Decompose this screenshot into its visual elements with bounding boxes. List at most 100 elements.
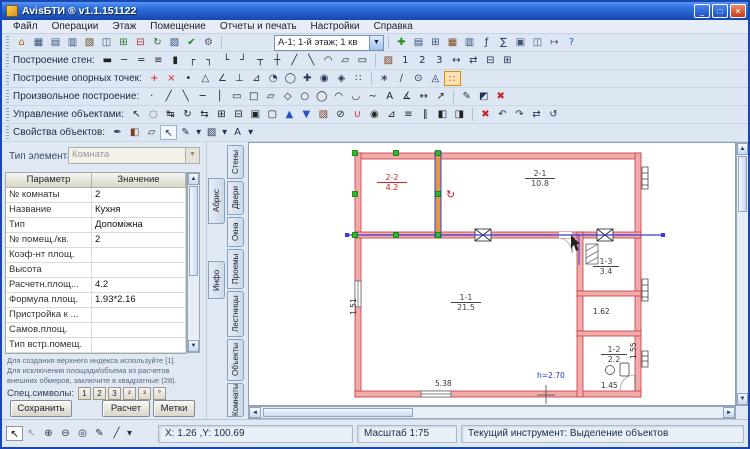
refresh-view-icon[interactable]: ↺: [545, 107, 562, 122]
fixture-icon[interactable]: [605, 365, 615, 375]
apply-icon[interactable]: ✔: [183, 35, 200, 50]
symbol-degree-button[interactable]: °: [152, 387, 166, 400]
undo-icon[interactable]: ↶: [494, 107, 511, 122]
free-arc2-icon[interactable]: ◡: [347, 89, 364, 104]
formula-icon[interactable]: ƒ: [478, 35, 495, 50]
menu-file[interactable]: Файл: [6, 21, 45, 32]
room-label[interactable]: 1-3 3.4: [593, 257, 619, 276]
symbol-sup3-button[interactable]: ³: [137, 387, 151, 400]
value-cell[interactable]: Кухня: [92, 203, 186, 218]
scroll-track[interactable]: [413, 407, 723, 418]
free-text-icon[interactable]: A: [381, 89, 398, 104]
element-type-combo[interactable]: Комната ▼: [68, 147, 200, 164]
split-view-icon[interactable]: ◫: [98, 35, 115, 50]
wall-swap-icon[interactable]: ⇄: [465, 53, 482, 68]
vertical-scrollbar[interactable]: ▲ ▼: [736, 142, 748, 406]
free-edit-icon[interactable]: ✎: [458, 89, 475, 104]
table-row[interactable]: Тип Допоміжна: [6, 218, 186, 233]
distribute-icon[interactable]: ∥: [417, 107, 434, 122]
symbol-sup2-button[interactable]: ²: [122, 387, 136, 400]
point-grid-icon[interactable]: ∷: [350, 71, 367, 86]
wall-corner-bl-icon[interactable]: └: [218, 53, 235, 68]
tab-doors[interactable]: Двери: [227, 181, 244, 215]
rotation-marker-icon[interactable]: ↻: [446, 188, 455, 201]
toolbar-grip[interactable]: [6, 72, 9, 85]
wall-vertical-icon[interactable]: ▮: [167, 53, 184, 68]
menu-operations[interactable]: Операции: [45, 21, 106, 32]
brush-style-dropdown-icon[interactable]: ▾: [220, 125, 229, 140]
scroll-right-icon[interactable]: ►: [723, 407, 735, 418]
settings-icon[interactable]: ⚙: [200, 35, 217, 50]
free-parallelogram-icon[interactable]: ▱: [262, 89, 279, 104]
print-icon[interactable]: ▣: [512, 35, 529, 50]
floor-props-icon[interactable]: ▤: [410, 35, 427, 50]
table-row[interactable]: Пристройка к ...: [6, 308, 186, 323]
wall-corner-tr-icon[interactable]: ┐: [201, 53, 218, 68]
point-arc-icon[interactable]: ◔: [265, 71, 282, 86]
tab-objects[interactable]: Объекты: [227, 339, 244, 381]
selection-endpoint[interactable]: [661, 233, 665, 237]
delete-object-icon[interactable]: ✖: [477, 107, 494, 122]
zoom-in-icon[interactable]: ⊕: [40, 426, 57, 441]
toolbar-grip[interactable]: [6, 90, 9, 103]
scroll-left-icon[interactable]: ◄: [249, 407, 261, 418]
toolbar-grip[interactable]: [6, 54, 9, 67]
pin-icon[interactable]: ◉: [366, 107, 383, 122]
add-icon[interactable]: ⊞: [115, 35, 132, 50]
free-erase-icon[interactable]: ◩: [475, 89, 492, 104]
table-row[interactable]: Самов.площ.: [6, 323, 186, 338]
free-diamond-icon[interactable]: ◇: [279, 89, 296, 104]
tab-windows[interactable]: Окна: [227, 217, 244, 247]
select-tool-icon[interactable]: ↖: [6, 426, 23, 441]
vent-grille-icon[interactable]: [641, 166, 649, 190]
close-button[interactable]: ✕: [730, 4, 746, 18]
measure-tool-icon[interactable]: ✎: [91, 426, 108, 441]
snap-grid-icon[interactable]: ∷: [443, 71, 461, 86]
free-angle-icon[interactable]: ∡: [398, 89, 415, 104]
point-cross-icon[interactable]: ✚: [299, 71, 316, 86]
scroll-thumb[interactable]: [738, 156, 747, 212]
zoom-out-icon[interactable]: ⊖: [57, 426, 74, 441]
point-angle-icon[interactable]: ∠: [214, 71, 231, 86]
scale-icon[interactable]: ⊿: [383, 107, 400, 122]
pick-arrow-icon[interactable]: ↖: [160, 125, 178, 140]
premises-list-icon[interactable]: ▥: [64, 35, 81, 50]
wall-corner-br-icon[interactable]: ┘: [235, 53, 252, 68]
point-proj-icon[interactable]: ⊙: [410, 71, 427, 86]
table-row[interactable]: Коэф-нт площ.: [6, 248, 186, 263]
wall-diag-icon[interactable]: ╱: [286, 53, 303, 68]
swap-icon[interactable]: ⇄: [528, 107, 545, 122]
scroll-down-icon[interactable]: ▼: [737, 393, 748, 405]
point-perp-icon[interactable]: ⊥: [231, 71, 248, 86]
symbol-2-button[interactable]: 2: [92, 387, 106, 400]
preview-icon[interactable]: ◫: [529, 35, 546, 50]
table-row[interactable]: № помещ./кв. 2: [6, 233, 186, 248]
combo-dropdown-icon[interactable]: ▼: [369, 35, 383, 50]
free-square-icon[interactable]: □: [245, 89, 262, 104]
calculate-button[interactable]: Расчет: [102, 400, 150, 417]
move-icon[interactable]: ↹: [162, 107, 179, 122]
menu-premise[interactable]: Помещение: [143, 21, 213, 32]
table-scrollbar[interactable]: ▲ ▼: [187, 172, 200, 353]
tab-openings[interactable]: Проемы: [227, 249, 244, 289]
save-button[interactable]: Сохранить: [10, 400, 72, 417]
table-row[interactable]: Тип встр.помещ.: [6, 338, 186, 353]
scroll-thumb[interactable]: [263, 408, 413, 417]
vent-grille-icon[interactable]: [641, 278, 649, 302]
value-cell[interactable]: 2: [92, 188, 186, 203]
param-column-header[interactable]: Параметр: [6, 173, 92, 188]
rotate-icon[interactable]: ↻: [179, 107, 196, 122]
table-row[interactable]: Высота: [6, 263, 186, 278]
room-label[interactable]: 2-2 4.2: [377, 173, 407, 192]
refresh-icon[interactable]: ↻: [149, 35, 166, 50]
tab-rooms[interactable]: Комнаты: [227, 383, 244, 417]
selection-handle[interactable]: [352, 150, 441, 238]
point-target-icon[interactable]: ◉: [316, 71, 333, 86]
symbol-3-button[interactable]: 3: [107, 387, 121, 400]
toolbar-grip[interactable]: [6, 36, 9, 49]
wall-arc-icon[interactable]: ◠: [320, 53, 337, 68]
table-row[interactable]: Формула площ. 1.93*2.16: [6, 293, 186, 308]
point-ruler-icon[interactable]: ∕: [393, 71, 410, 86]
menu-help[interactable]: Справка: [367, 21, 420, 32]
tab-info[interactable]: Инфо: [208, 261, 225, 299]
